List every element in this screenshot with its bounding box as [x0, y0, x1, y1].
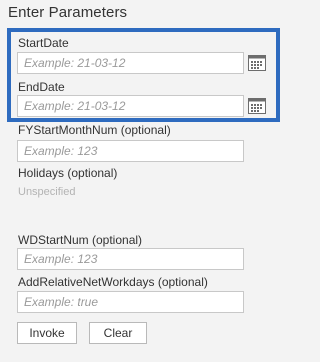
add-relative-net-workdays-input[interactable]: Example: true [17, 291, 244, 313]
wd-start-num-label: WDStartNum (optional) [18, 233, 143, 247]
clear-button[interactable]: Clear [89, 322, 147, 344]
dialog-title: Enter Parameters [8, 4, 128, 21]
invoke-button[interactable]: Invoke [17, 322, 77, 344]
wd-start-num-input[interactable]: Example: 123 [17, 248, 244, 270]
fy-start-month-input[interactable]: Example: 123 [17, 140, 244, 162]
highlight-frame [7, 28, 280, 122]
add-relative-net-workdays-label: AddRelativeNetWorkdays (optional) [18, 275, 208, 289]
holidays-label: Holidays (optional) [18, 166, 118, 180]
holidays-value: Unspecified [18, 186, 76, 198]
fy-start-month-label: FYStartMonthNum (optional) [18, 123, 171, 137]
